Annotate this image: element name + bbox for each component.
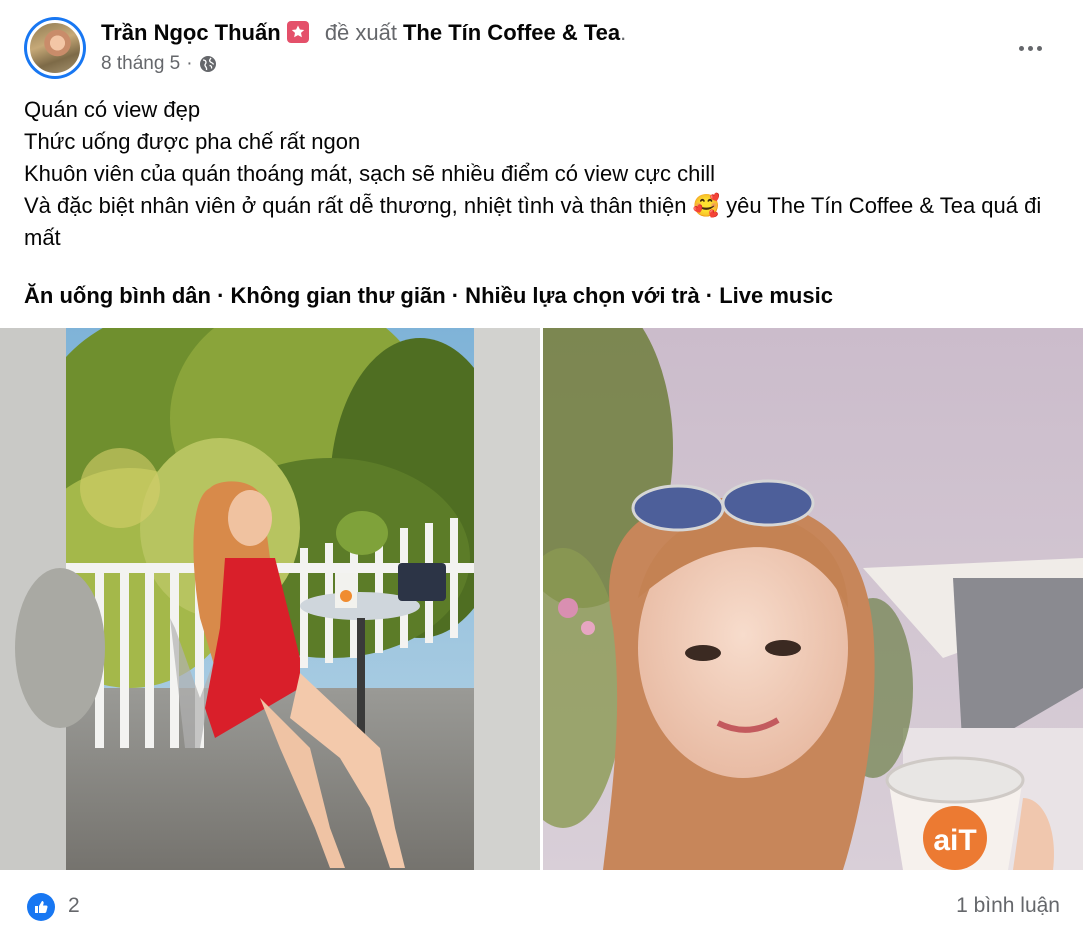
page-name-link[interactable]: The Tín Coffee & Tea xyxy=(403,20,620,45)
recommends-label: đề xuất xyxy=(324,20,397,45)
cup-logo-text: aiT xyxy=(933,824,976,857)
more-options-button[interactable] xyxy=(1010,28,1050,68)
like-icon[interactable] xyxy=(27,893,55,921)
reaction-count[interactable]: 2 xyxy=(68,894,80,918)
post-line: Khuôn viên của quán thoáng mát, sạch sẽ … xyxy=(24,161,716,186)
attribution-period: . xyxy=(620,20,627,45)
post-header: Trần Ngọc Thuấn đề xuất The Tín Coffee & … xyxy=(0,0,1083,90)
author-name[interactable]: Trần Ngọc Thuấn xyxy=(101,20,281,45)
photo-grid: aiT xyxy=(0,328,1083,870)
photo-selfie-with-cup[interactable]: aiT xyxy=(543,328,1083,870)
post-line: Quán có view đẹp xyxy=(24,97,201,122)
post-line: Thức uống được pha chế rất ngon xyxy=(24,129,361,154)
author-avatar[interactable] xyxy=(24,17,86,79)
post-line: Và đặc biệt nhân viên ở quán rất dễ thươ… xyxy=(24,193,1042,250)
globe-icon xyxy=(199,55,217,73)
post-body: Quán có view đẹp Thức uống được pha chế … xyxy=(24,94,1054,254)
photo-woman-on-balcony[interactable] xyxy=(0,328,540,870)
more-horizontal-icon xyxy=(1018,45,1042,51)
post-footer: 2 1 bình luận xyxy=(0,875,1083,925)
post-meta: 8 tháng 5 · xyxy=(101,53,217,75)
star-badge-icon xyxy=(286,21,309,43)
comment-count[interactable]: 1 bình luận xyxy=(956,894,1060,918)
post-attribution: Trần Ngọc Thuấn đề xuất The Tín Coffee & … xyxy=(101,19,626,47)
post-date[interactable]: 8 tháng 5 xyxy=(101,53,180,75)
meta-separator: · xyxy=(186,53,193,74)
recommendation-tags: Ăn uống bình dân · Không gian thư giãn ·… xyxy=(24,283,833,308)
